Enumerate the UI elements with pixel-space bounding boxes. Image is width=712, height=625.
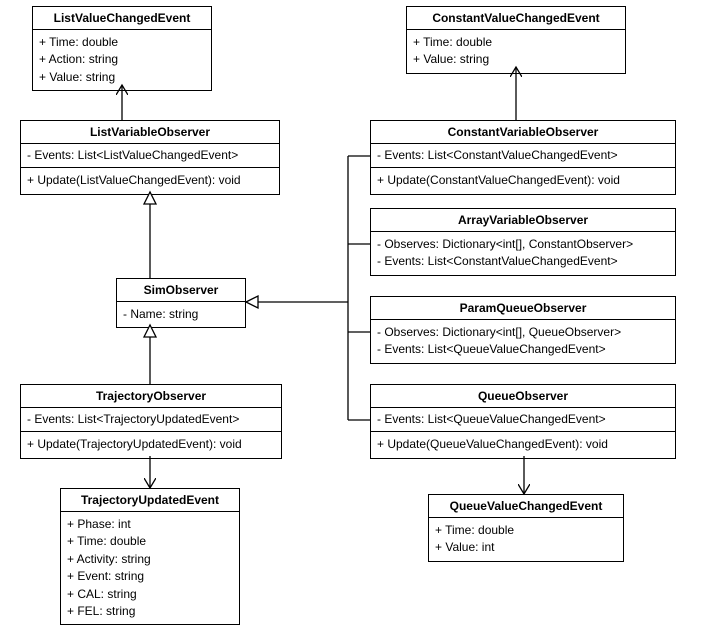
attr: + Time: double: [435, 522, 617, 539]
attr: + Time: double: [39, 34, 205, 51]
class-attrs: + Phase: int + Time: double + Activity: …: [61, 512, 239, 624]
class-attrs: - Observes: Dictionary<int[], QueueObser…: [371, 320, 675, 363]
attr: + Action: string: [39, 51, 205, 68]
attr: - Name: string: [123, 306, 239, 323]
attr: + Value: int: [435, 539, 617, 556]
attr: + Event: string: [67, 568, 233, 585]
attr: - Events: List<ConstantValueChangedEvent…: [377, 147, 669, 164]
class-listvariableobserver: ListVariableObserver - Events: List<List…: [20, 120, 280, 195]
op: + Update(ListValueChangedEvent): void: [27, 172, 273, 189]
class-title: QueueValueChangedEvent: [429, 495, 623, 518]
class-attrs: - Observes: Dictionary<int[], ConstantOb…: [371, 232, 675, 275]
class-title: SimObserver: [117, 279, 245, 302]
class-attrs: - Events: List<ListValueChangedEvent>: [21, 144, 279, 168]
class-title: TrajectoryUpdatedEvent: [61, 489, 239, 512]
attr: + FEL: string: [67, 603, 233, 620]
attr: + Time: double: [67, 533, 233, 550]
class-trajectoryobserver: TrajectoryObserver - Events: List<Trajec…: [20, 384, 282, 459]
class-title: ArrayVariableObserver: [371, 209, 675, 232]
class-trajectoryupdatedevent: TrajectoryUpdatedEvent + Phase: int + Ti…: [60, 488, 240, 625]
class-attrs: - Events: List<QueueValueChangedEvent>: [371, 408, 675, 432]
op: + Update(QueueValueChangedEvent): void: [377, 436, 669, 453]
class-attrs: + Time: double + Action: string + Value:…: [33, 30, 211, 90]
op: + Update(TrajectoryUpdatedEvent): void: [27, 436, 275, 453]
attr: - Events: List<TrajectoryUpdatedEvent>: [27, 411, 275, 428]
attr: + CAL: string: [67, 586, 233, 603]
attr: + Value: string: [413, 51, 619, 68]
class-paramqueueobserver: ParamQueueObserver - Observes: Dictionar…: [370, 296, 676, 364]
class-title: QueueObserver: [371, 385, 675, 408]
attr: - Events: List<QueueValueChangedEvent>: [377, 411, 669, 428]
class-queueobserver: QueueObserver - Events: List<QueueValueC…: [370, 384, 676, 459]
attr: + Activity: string: [67, 551, 233, 568]
class-ops: + Update(ConstantValueChangedEvent): voi…: [371, 168, 675, 193]
class-title: ConstantVariableObserver: [371, 121, 675, 144]
class-attrs: + Time: double + Value: string: [407, 30, 625, 73]
class-ops: + Update(QueueValueChangedEvent): void: [371, 432, 675, 457]
attr: + Phase: int: [67, 516, 233, 533]
class-attrs: + Time: double + Value: int: [429, 518, 623, 561]
class-ops: + Update(TrajectoryUpdatedEvent): void: [21, 432, 281, 457]
class-attrs: - Events: List<TrajectoryUpdatedEvent>: [21, 408, 281, 432]
op: + Update(ConstantValueChangedEvent): voi…: [377, 172, 669, 189]
class-title: ListVariableObserver: [21, 121, 279, 144]
attr: - Events: List<ConstantValueChangedEvent…: [377, 253, 669, 270]
class-title: ListValueChangedEvent: [33, 7, 211, 30]
class-ops: + Update(ListValueChangedEvent): void: [21, 168, 279, 193]
attr: - Observes: Dictionary<int[], QueueObser…: [377, 324, 669, 341]
attr: + Time: double: [413, 34, 619, 51]
class-constantvariableobserver: ConstantVariableObserver - Events: List<…: [370, 120, 676, 195]
class-title: ConstantValueChangedEvent: [407, 7, 625, 30]
class-arrayvariableobserver: ArrayVariableObserver - Observes: Dictio…: [370, 208, 676, 276]
class-listvaluechangedevent: ListValueChangedEvent + Time: double + A…: [32, 6, 212, 91]
class-queuevaluechangedevent: QueueValueChangedEvent + Time: double + …: [428, 494, 624, 562]
class-constantvaluechangedevent: ConstantValueChangedEvent + Time: double…: [406, 6, 626, 74]
attr: - Events: List<QueueValueChangedEvent>: [377, 341, 669, 358]
class-attrs: - Events: List<ConstantValueChangedEvent…: [371, 144, 675, 168]
class-attrs: - Name: string: [117, 302, 245, 327]
class-title: TrajectoryObserver: [21, 385, 281, 408]
class-title: ParamQueueObserver: [371, 297, 675, 320]
class-simobserver: SimObserver - Name: string: [116, 278, 246, 328]
attr: - Events: List<ListValueChangedEvent>: [27, 147, 273, 164]
attr: - Observes: Dictionary<int[], ConstantOb…: [377, 236, 669, 253]
attr: + Value: string: [39, 69, 205, 86]
